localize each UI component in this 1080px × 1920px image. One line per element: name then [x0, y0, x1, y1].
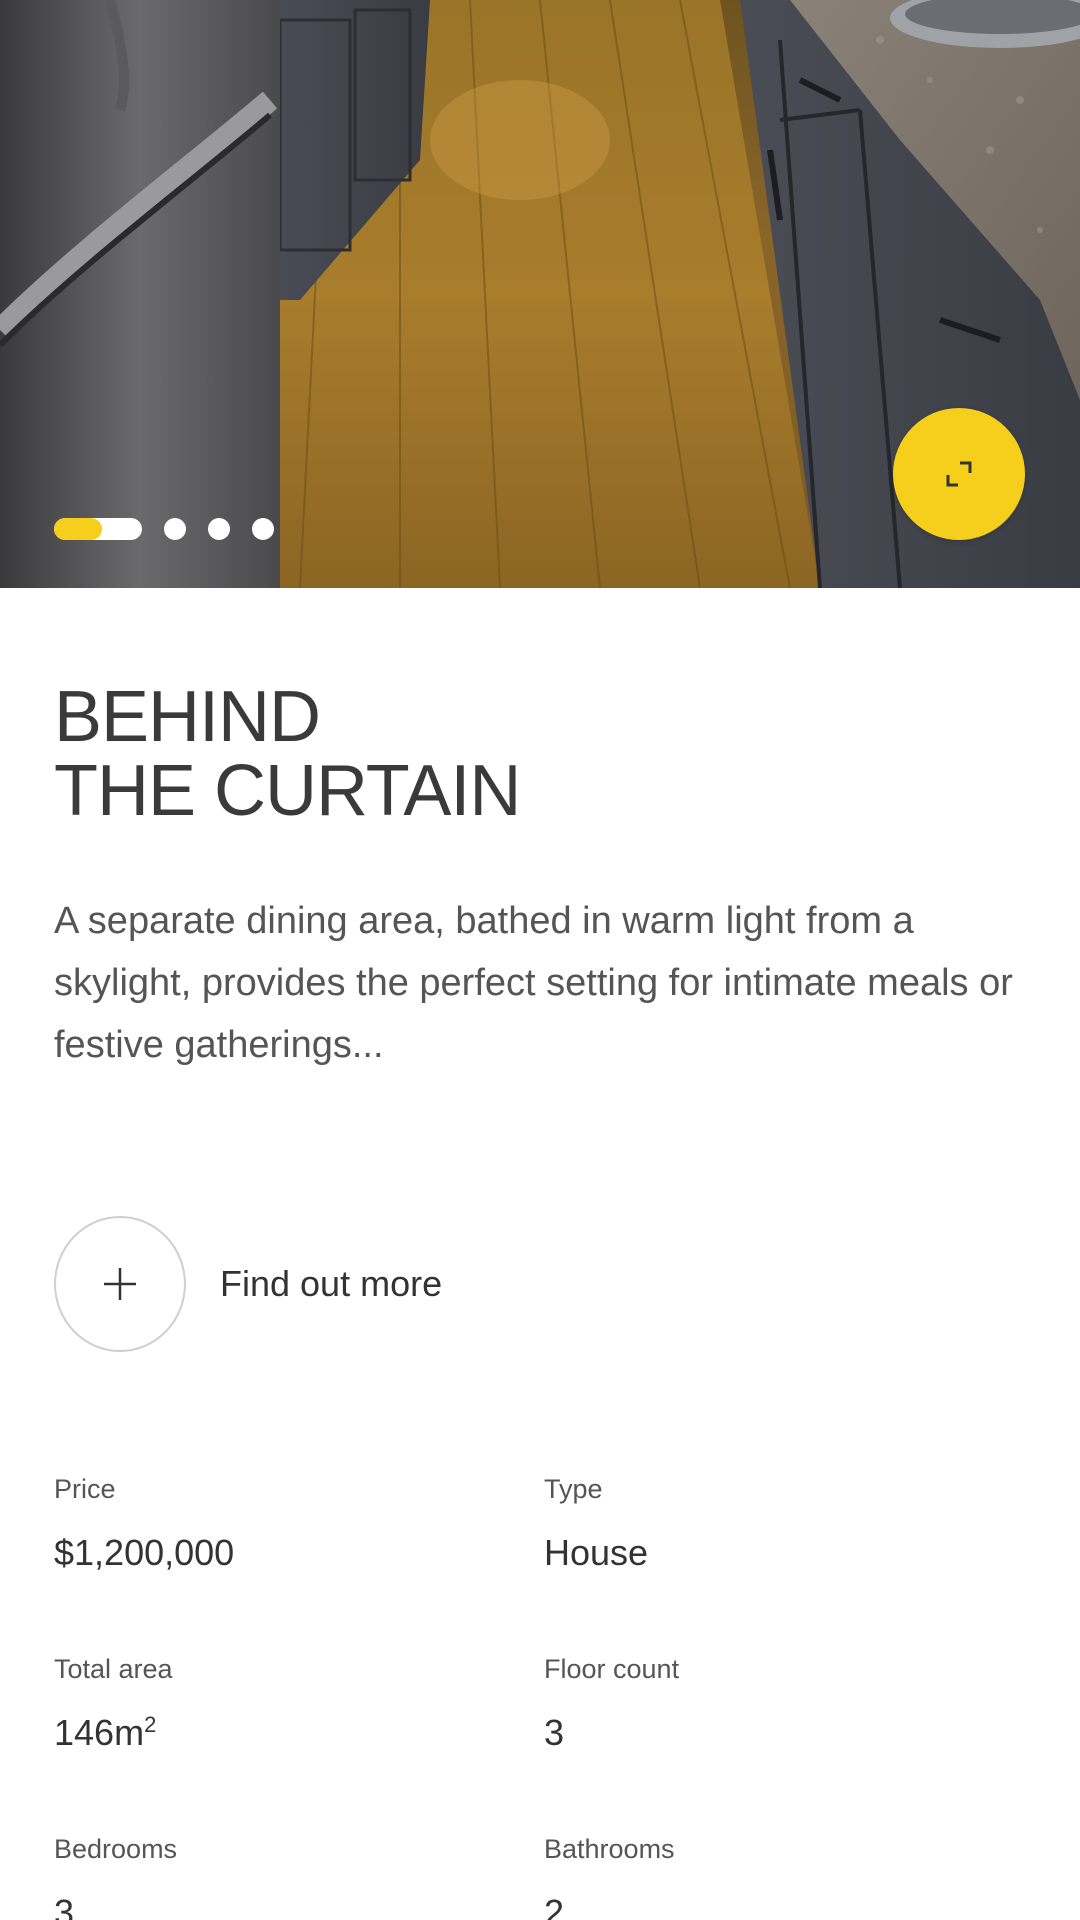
spec-row: Bedrooms 3 Bathrooms 2 [54, 1834, 1034, 1920]
pager-progress-fill [54, 518, 103, 540]
spec-value: 3 [54, 1892, 75, 1920]
spec-value-superscript: 2 [144, 1712, 157, 1737]
spec-label: Total area [54, 1654, 173, 1684]
hero-image[interactable] [0, 0, 1080, 588]
listing-title: BEHIND THE CURTAIN [54, 677, 521, 831]
spec-label: Type [544, 1474, 603, 1504]
spec-price: Price $1,200,000 [54, 1474, 544, 1654]
spec-row: Price $1,200,000 Type House [54, 1474, 1034, 1654]
expand-gallery-button[interactable] [893, 408, 1025, 540]
image-pager [54, 518, 274, 540]
find-out-more-label[interactable]: Find out more [220, 1263, 442, 1305]
expand-icon [946, 461, 972, 487]
listing-title-line2: THE CURTAIN [54, 751, 521, 831]
spec-value: House [544, 1532, 649, 1573]
spec-label: Price [54, 1474, 116, 1504]
spec-value: 146m2 [54, 1712, 544, 1754]
spec-value: 2 [544, 1892, 565, 1920]
spec-total-area: Total area 146m2 [54, 1654, 544, 1834]
spec-bathrooms: Bathrooms 2 [544, 1834, 1034, 1920]
pager-dot[interactable] [208, 518, 230, 540]
find-out-more-button[interactable]: Find out more [54, 1216, 442, 1352]
listing-description: A separate dining area, bathed in warm l… [54, 900, 1013, 1066]
spec-label: Bathrooms [544, 1834, 675, 1864]
pager-dot[interactable] [252, 518, 274, 540]
spec-label: Bedrooms [54, 1834, 178, 1864]
plus-icon [104, 1268, 136, 1300]
property-detail-page: BEHIND THE CURTAIN A separate dining are… [0, 0, 1080, 1920]
spec-label: Floor count [544, 1654, 680, 1684]
spec-value: $1,200,000 [54, 1532, 235, 1573]
spec-bedrooms: Bedrooms 3 [54, 1834, 544, 1920]
pager-active-indicator[interactable] [54, 518, 142, 540]
pager-dot[interactable] [164, 518, 186, 540]
spec-row: Total area 146m2 Floor count 3 [54, 1654, 1034, 1834]
spec-floor-count: Floor count 3 [544, 1654, 1034, 1834]
property-specs: Price $1,200,000 Type House Total area 1… [54, 1474, 1034, 1920]
spec-value: 3 [544, 1712, 565, 1753]
spec-type: Type House [544, 1474, 1034, 1654]
cta-circle[interactable] [54, 1216, 186, 1352]
listing-title-line1: BEHIND [54, 677, 321, 757]
spec-value-text: 146m [54, 1712, 145, 1753]
